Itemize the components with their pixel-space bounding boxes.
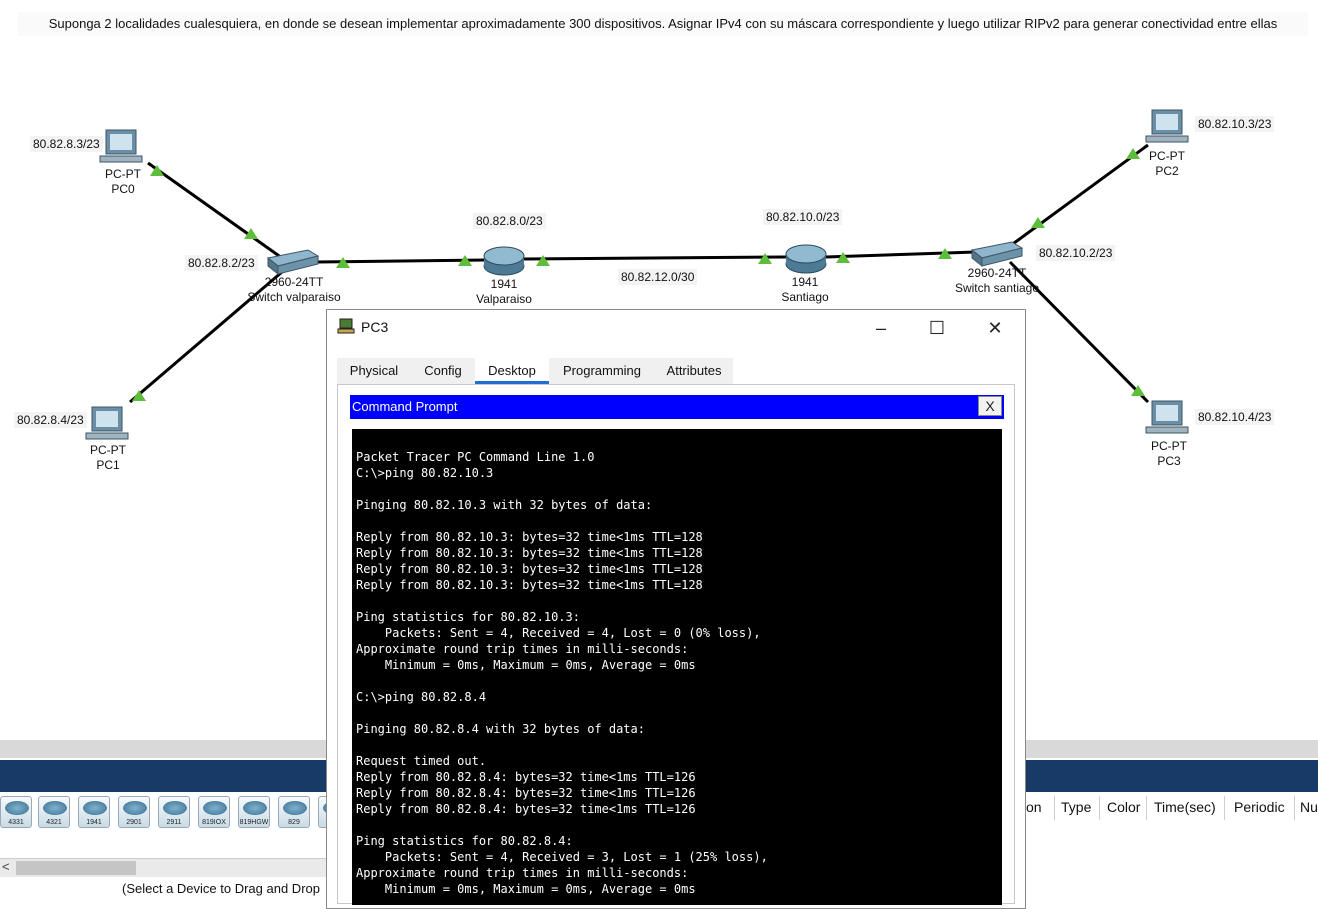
pc3-ip-label: 80.82.10.4/23 (1195, 409, 1275, 425)
device-819hgw-button[interactable]: 819HGW (238, 796, 270, 828)
router-santiago-net-label: 80.82.10.0/23 (763, 209, 843, 225)
switch-valparaiso-ip-label: 80.82.8.2/23 (185, 255, 258, 271)
terminal[interactable]: Packet Tracer PC Command Line 1.0 C:\>pi… (352, 429, 1002, 905)
pc3-label: PC-PT PC3 (1151, 439, 1187, 468)
desktop-panel: Command Prompt X Packet Tracer PC Comman… (337, 384, 1015, 905)
device-2911-button[interactable]: 2911 (158, 796, 190, 828)
tab-desktop[interactable]: Desktop (475, 358, 549, 384)
switch-santiago-ip-label: 80.82.10.2/23 (1036, 245, 1116, 261)
maximize-button[interactable]: ☐ (915, 314, 959, 342)
palette-scrollbar[interactable]: < (0, 858, 330, 877)
minimize-button[interactable]: – (859, 314, 903, 342)
pc1-label: PC-PT PC1 (90, 443, 126, 472)
device-819iox-button[interactable]: 819IOX (198, 796, 230, 828)
device-4331-button[interactable]: 4331 (0, 796, 32, 828)
command-prompt-close-button[interactable]: X (978, 396, 1002, 416)
pc2-label: PC-PT PC2 (1149, 149, 1185, 178)
device-829-button[interactable]: 829 (278, 796, 310, 828)
device-1941-button[interactable]: 1941 (78, 796, 110, 828)
pc3-icon (1145, 400, 1189, 434)
switch-santiago-label: 2960-24TT Switch santiago (954, 266, 1040, 295)
pc-app-icon (337, 318, 355, 334)
pdu-col-periodic[interactable]: Periodic (1234, 799, 1285, 815)
status-hint: (Select a Device to Drag and Drop (122, 881, 320, 896)
pdu-col-time[interactable]: Time(sec) (1154, 799, 1216, 815)
tab-bar: Physical Config Desktop Programming Attr… (337, 358, 733, 385)
window-title: PC3 (361, 319, 389, 335)
router-santiago-label: 1941 Santiago (781, 275, 829, 304)
device-2901-button[interactable]: 2901 (118, 796, 150, 828)
pdu-col-on[interactable]: on (1026, 799, 1042, 815)
terminal-output: Packet Tracer PC Command Line 1.0 C:\>pi… (356, 450, 768, 896)
pc2-ip-label: 80.82.10.3/23 (1195, 116, 1275, 132)
link-router-switch-stgo (825, 250, 977, 259)
pdu-col-color[interactable]: Color (1107, 799, 1140, 815)
wan-net-label: 80.82.12.0/30 (618, 269, 698, 285)
router-valparaiso-label: 1941 Valparaiso (476, 277, 532, 306)
link-router-router (523, 255, 787, 261)
tab-physical[interactable]: Physical (337, 358, 411, 384)
router-valparaiso-net-label: 80.82.8.0/23 (473, 213, 546, 229)
close-button[interactable]: ✕ (973, 314, 1017, 342)
switch-santiago-icon (970, 241, 1024, 268)
pc0-icon (99, 129, 143, 163)
command-prompt-title: Command Prompt (352, 399, 458, 414)
pc1-ip-label: 80.82.8.4/23 (14, 412, 87, 428)
tab-attributes[interactable]: Attributes (655, 358, 733, 384)
scroll-left-icon[interactable]: < (2, 859, 10, 874)
pc0-ip-label: 80.82.8.3/23 (30, 136, 103, 152)
pc0-label: PC-PT PC0 (105, 167, 141, 196)
device-palette: 4331 4321 1941 2901 2911 819IOX 819HGW 8… (0, 792, 350, 832)
tab-programming[interactable]: Programming (549, 358, 655, 384)
device-4321-button[interactable]: 4321 (38, 796, 70, 828)
pc1-icon (85, 406, 129, 440)
router-santiago-icon (785, 244, 827, 274)
router-valparaiso-icon (483, 246, 525, 276)
command-prompt-titlebar: Command Prompt X (350, 395, 1004, 419)
palette-scroll-thumb[interactable] (16, 861, 136, 875)
pc2-icon (1145, 109, 1189, 143)
pdu-col-type[interactable]: Type (1061, 799, 1091, 815)
pc3-window[interactable]: PC3 – ☐ ✕ Physical Config Desktop Progra… (326, 309, 1026, 909)
tab-config[interactable]: Config (411, 358, 475, 384)
switch-valparaiso-label: 2960-24TT Switch valparaiso (247, 275, 341, 304)
pdu-col-num[interactable]: Nu (1300, 799, 1318, 815)
